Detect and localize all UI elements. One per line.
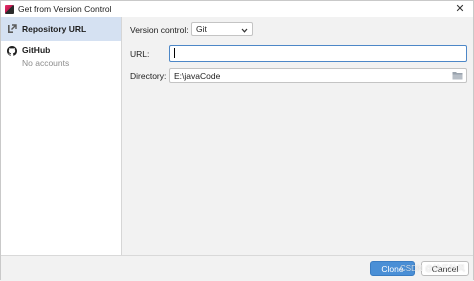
github-icon bbox=[7, 46, 17, 56]
directory-label: Directory: bbox=[130, 71, 167, 81]
text-caret bbox=[174, 48, 175, 58]
title-bar[interactable]: Get from Version Control ✕ bbox=[1, 1, 473, 17]
version-control-value: Git bbox=[196, 24, 207, 34]
close-button[interactable]: ✕ bbox=[453, 2, 467, 16]
directory-value: E:\javaCode bbox=[174, 70, 221, 81]
dialog-window: Get from Version Control ✕ Repository UR… bbox=[0, 0, 474, 281]
cancel-button[interactable]: Cancel bbox=[421, 261, 469, 276]
clone-button[interactable]: Clone bbox=[370, 261, 415, 276]
url-input[interactable] bbox=[169, 45, 467, 62]
sidebar-item-repository-url[interactable]: Repository URL bbox=[1, 17, 121, 41]
button-bar: Clone Cancel bbox=[1, 255, 473, 281]
github-text: GitHub No accounts bbox=[22, 45, 69, 68]
version-control-label: Version control: bbox=[130, 25, 189, 35]
chevron-down-icon bbox=[241, 26, 248, 36]
sidebar-item-label: Repository URL bbox=[22, 24, 87, 34]
folder-icon[interactable] bbox=[452, 71, 463, 80]
sidebar-item-github[interactable]: GitHub No accounts bbox=[1, 41, 121, 73]
account-status: No accounts bbox=[22, 58, 70, 68]
window-title: Get from Version Control bbox=[18, 4, 112, 14]
url-label: URL: bbox=[130, 49, 150, 59]
version-control-select[interactable]: Git bbox=[191, 22, 253, 36]
source-list: Repository URL GitHub No accounts bbox=[1, 17, 122, 255]
intellij-logo-icon bbox=[5, 4, 14, 14]
sidebar-item-label: GitHub bbox=[22, 45, 51, 55]
vcs-branch-icon bbox=[7, 24, 17, 34]
directory-input[interactable]: E:\javaCode bbox=[169, 68, 467, 83]
